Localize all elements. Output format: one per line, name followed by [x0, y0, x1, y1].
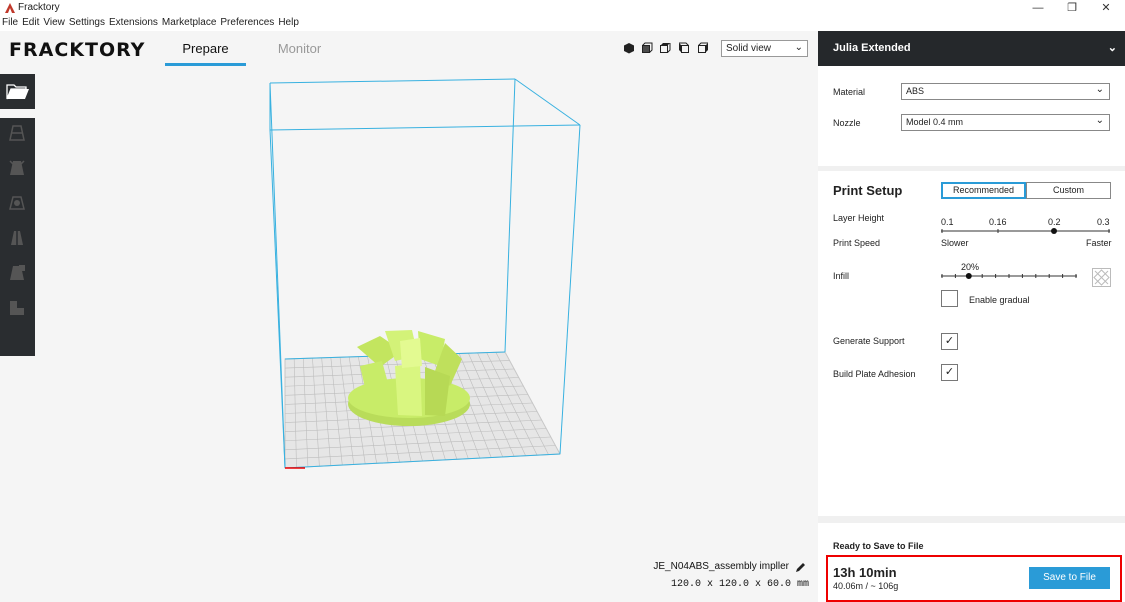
- view-top-icon[interactable]: [659, 42, 671, 54]
- custom-mode-button[interactable]: Custom: [1026, 182, 1111, 199]
- printer-name: Julia Extended: [833, 42, 911, 54]
- infill-slider[interactable]: [941, 271, 1079, 281]
- open-file-button[interactable]: [0, 74, 35, 109]
- chevron-down-icon: ⌄: [794, 42, 803, 53]
- nozzle-label: Nozzle: [833, 118, 861, 128]
- menu-preferences[interactable]: Preferences: [218, 16, 276, 28]
- chevron-down-icon: ⌄: [1107, 42, 1117, 54]
- view-front-icon[interactable]: [641, 42, 653, 54]
- material-value: ABS: [906, 86, 925, 96]
- speed-faster-label: Faster: [1086, 238, 1112, 248]
- minimize-button[interactable]: —: [1021, 0, 1055, 16]
- rotate-tool-icon[interactable]: [7, 193, 27, 213]
- viewport[interactable]: FRACKTORY Prepare Monitor Solid view ⌄ J…: [0, 31, 818, 602]
- slider-handle[interactable]: [965, 273, 972, 279]
- slider-handle[interactable]: [1051, 228, 1057, 234]
- window-title: Fracktory: [18, 2, 60, 13]
- nozzle-value: Model 0.4 mm: [906, 117, 964, 127]
- ready-status: Ready to Save to File: [833, 541, 924, 551]
- printer-selector[interactable]: Julia Extended ⌄: [818, 31, 1125, 66]
- generate-support-checkbox[interactable]: ✓: [941, 333, 958, 350]
- menu-marketplace[interactable]: Marketplace: [160, 16, 218, 28]
- print-time-estimate: 13h 10min: [833, 565, 897, 580]
- restore-button[interactable]: ❐: [1055, 0, 1089, 16]
- per-model-settings-icon[interactable]: [7, 263, 27, 283]
- app-icon: [5, 3, 15, 13]
- layer-height-tick: 0.3: [1097, 217, 1110, 227]
- layer-height-tick: 0.1: [941, 217, 954, 227]
- view-mode-select[interactable]: Solid view ⌄: [721, 40, 808, 57]
- print-setup-title: Print Setup: [833, 183, 903, 198]
- menu-view[interactable]: View: [41, 16, 67, 28]
- model-dimensions: 120.0 x 120.0 x 60.0 mm: [670, 579, 809, 590]
- build-plate-adhesion-checkbox[interactable]: ✓: [941, 364, 958, 381]
- speed-slower-label: Slower: [941, 238, 969, 248]
- build-plate-adhesion-label: Build Plate Adhesion: [833, 369, 916, 379]
- folder-icon: [6, 84, 29, 100]
- title-bar: Fracktory — ❐ ✕: [0, 0, 1125, 16]
- close-button[interactable]: ✕: [1089, 0, 1123, 16]
- view-3d-icon[interactable]: [623, 42, 635, 54]
- material-estimate: 40.06m / ~ 106g: [833, 581, 899, 591]
- layer-height-tick: 0.2: [1048, 217, 1061, 227]
- generate-support-label: Generate Support: [833, 336, 905, 346]
- print-speed-label: Print Speed: [833, 238, 881, 248]
- mirror-tool-icon[interactable]: [7, 228, 27, 248]
- fracktory-logo: FRACKTORY: [9, 39, 146, 61]
- build-volume-scene[interactable]: [0, 31, 818, 602]
- save-section: Ready to Save to File 13h 10min 40.06m /…: [818, 523, 1125, 602]
- menu-extensions[interactable]: Extensions: [107, 16, 160, 28]
- infill-label: Infill: [833, 271, 850, 281]
- recommended-mode-button[interactable]: Recommended: [941, 182, 1026, 199]
- view-left-icon[interactable]: [678, 42, 690, 54]
- layer-height-slider[interactable]: [941, 227, 1111, 237]
- menu-file[interactable]: File: [0, 16, 20, 28]
- menu-edit[interactable]: Edit: [20, 16, 41, 28]
- layer-height-tick: 0.16: [989, 217, 1007, 227]
- print-setup-section: Print Setup Recommended Custom Layer Hei…: [818, 171, 1125, 516]
- tab-monitor[interactable]: Monitor: [259, 41, 340, 66]
- pencil-icon[interactable]: [795, 561, 807, 573]
- chevron-down-icon: ⌄: [1095, 115, 1104, 126]
- chevron-down-icon: ⌄: [1095, 84, 1104, 95]
- support-blocker-icon[interactable]: [7, 298, 27, 318]
- scale-tool-icon[interactable]: [7, 158, 27, 178]
- tab-prepare[interactable]: Prepare: [165, 41, 246, 66]
- material-dropdown[interactable]: ABS ⌄: [901, 83, 1110, 100]
- layer-height-label: Layer Height: [833, 213, 885, 223]
- save-to-file-button[interactable]: Save to File: [1029, 567, 1110, 589]
- tool-strip: [0, 118, 35, 356]
- menu-help[interactable]: Help: [276, 16, 301, 28]
- enable-gradual-label: Enable gradual: [969, 295, 1030, 305]
- material-section: Material ABS ⌄ Nozzle Model 0.4 mm ⌄: [818, 66, 1125, 166]
- enable-gradual-checkbox[interactable]: [941, 290, 958, 307]
- view-mode-value: Solid view: [726, 43, 772, 54]
- move-tool-icon[interactable]: [7, 123, 27, 143]
- menu-settings[interactable]: Settings: [67, 16, 107, 28]
- infill-pattern-icon: [1092, 268, 1111, 287]
- model-name: JE_N04ABS_assembly impller: [653, 561, 789, 572]
- menu-bar: File Edit View Settings Extensions Marketplac…: [0, 16, 1125, 31]
- impeller-model[interactable]: [348, 330, 470, 426]
- material-label: Material: [833, 87, 866, 97]
- view-right-icon[interactable]: [697, 42, 709, 54]
- settings-panel: Julia Extended ⌄ Material ABS ⌄ Nozzle M…: [818, 31, 1125, 602]
- nozzle-dropdown[interactable]: Model 0.4 mm ⌄: [901, 114, 1110, 131]
